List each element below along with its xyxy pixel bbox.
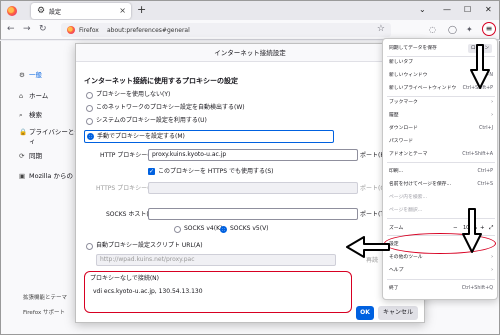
mozilla-icon: ▣ — [19, 172, 26, 180]
menu-item-downloads[interactable]: ダウンロード Ctrl+J — [389, 125, 493, 132]
bookmark-star-icon[interactable]: ☆ — [377, 24, 385, 34]
radio-auto-detect[interactable] — [86, 105, 93, 112]
sidebar-item-privacy-cont: ィ — [29, 137, 36, 145]
fullscreen-icon[interactable]: ⤢ — [489, 224, 493, 232]
menu-item-passwords[interactable]: パスワード — [389, 138, 493, 145]
sidebar-item-home[interactable]: ⌂ ホーム — [19, 92, 48, 100]
https-proxy-input[interactable] — [148, 182, 358, 194]
sidebar-item-general[interactable]: ⚙ 一般 — [19, 71, 42, 79]
radio-socks-v5-label: SOCKS v5(V) — [230, 225, 269, 232]
search-icon: ⌕ — [19, 111, 23, 119]
home-icon: ⌂ — [19, 92, 24, 100]
radio-manual-proxy-label: 手動でプロキシーを設定する(M) — [97, 132, 185, 140]
reload-icon[interactable]: ↻ — [39, 24, 47, 35]
zoom-out-button[interactable]: − — [453, 224, 458, 232]
url-text[interactable]: about:preferences#general — [107, 27, 190, 34]
radio-socks-v5[interactable] — [220, 226, 227, 233]
support-link[interactable]: Firefox サポート — [23, 308, 65, 316]
connection-settings-dialog: インターネット接続設定 インターネット接続に使用するプロキシーの設定 プロキシー… — [75, 43, 425, 323]
firefox-logo-icon — [7, 6, 17, 16]
url-brand: Firefox — [79, 26, 99, 34]
menu-item-save-page[interactable]: 名前を付けてページを保存... Ctrl+S — [389, 181, 493, 188]
lock-icon: 🔒 — [19, 128, 28, 136]
ok-button[interactable]: OK — [356, 306, 374, 320]
menu-item-history[interactable]: 履歴 › — [389, 112, 493, 119]
new-tab-button[interactable]: + — [137, 4, 146, 16]
forward-icon[interactable]: → — [23, 24, 31, 35]
close-icon[interactable]: × — [119, 6, 126, 16]
arrow-down-annotation — [470, 44, 490, 89]
sidebar-item-search[interactable]: ⌕ 検索 — [19, 111, 42, 119]
window-close-icon[interactable]: ✕ — [485, 5, 492, 15]
radio-auto-detect-label: このネットワークのプロキシー設定を自動検出する(W) — [96, 104, 245, 111]
menu-item-help[interactable]: ヘルプ › — [389, 267, 493, 274]
chevron-down-icon[interactable]: ⌄ — [419, 5, 426, 15]
tab-settings[interactable]: ⚙ 設定 × — [31, 3, 131, 19]
minimize-icon[interactable]: — — [443, 5, 451, 15]
radio-manual-proxy[interactable] — [87, 133, 94, 140]
gear-icon: ⚙ — [19, 71, 25, 79]
radio-system-proxy[interactable] — [86, 118, 93, 125]
radio-system-proxy-label: システムのプロキシー設定を利用する(U) — [96, 117, 207, 124]
no-proxy-label: プロキシーなしで接続(N) — [90, 275, 159, 282]
navigation-toolbar: ← → ↻ Firefox about:preferences#general … — [0, 20, 500, 40]
arrow-down-annotation — [462, 208, 482, 253]
tab-strip: ⚙ 設定 × + ⌄ — ☐ ✕ — [0, 0, 500, 20]
sidebar-item-privacy[interactable]: 🔒 プライバシーとセ — [19, 128, 81, 136]
dialog-heading: インターネット接続に使用するプロキシーの設定 — [84, 77, 238, 85]
radio-no-proxy[interactable] — [86, 92, 93, 99]
pac-reload-button[interactable]: 再読 — [366, 257, 378, 265]
sidebar-item-mozilla[interactable]: ▣ Mozilla からの — [19, 172, 73, 180]
dialog-title: インターネット接続設定 — [76, 44, 424, 62]
radio-pac-url-label: 自動プロキシー設定スクリプト URL(A) — [96, 242, 203, 249]
gear-icon: ⚙ — [37, 6, 46, 16]
menu-item-print[interactable]: 印刷... Ctrl+P — [389, 168, 493, 175]
back-icon[interactable]: ← — [7, 24, 15, 35]
menu-item-bookmarks[interactable]: ブックマーク › — [389, 99, 493, 106]
maximize-icon[interactable]: ☐ — [464, 5, 471, 15]
radio-no-proxy-label: プロキシーを使用しない(Y) — [96, 91, 171, 98]
menu-item-addons[interactable]: アドオンとテーマ Ctrl+Shift+A — [389, 151, 493, 158]
firefox-identity-icon — [67, 26, 75, 34]
menu-item-zoom-label: ズーム — [389, 226, 404, 231]
menu-separator — [387, 162, 495, 163]
cancel-button[interactable]: キャンセル — [378, 306, 418, 320]
menu-separator — [387, 279, 495, 280]
radio-socks-v4-label: SOCKS v4(K) — [184, 225, 223, 232]
https-same-label: このプロキシーを HTTPS でも使用する(S) — [158, 167, 274, 175]
tab-title: 設定 — [49, 9, 62, 16]
https-same-checkbox[interactable]: ✓ — [148, 168, 155, 175]
http-proxy-input[interactable]: proxy.kuins.kyoto-u.ac.jp — [148, 149, 358, 161]
radio-pac-url[interactable] — [86, 243, 93, 250]
sync-icon: ⟳ — [19, 152, 25, 160]
account-icon[interactable]: ◯ — [448, 24, 457, 35]
url-bar[interactable]: Firefox about:preferences#general ☆ — [61, 23, 391, 37]
no-proxy-input[interactable]: vdi ecs.kyoto-u.ac.jp, 130.54.13.130 — [90, 287, 346, 299]
menu-item-quit[interactable]: 終了 Ctrl+Shift+Q — [389, 285, 493, 292]
radio-socks-v4[interactable] — [174, 226, 181, 233]
menu-item-more-tools[interactable]: その他のツール › — [389, 254, 493, 261]
pocket-icon[interactable]: ◌ — [429, 24, 436, 35]
addons-link[interactable]: 拡張機能とテーマ — [23, 293, 67, 301]
menu-item-find[interactable]: ページ内を検索... — [389, 194, 493, 201]
arrow-left-annotation — [346, 236, 390, 258]
sidebar-item-sync[interactable]: ⟳ 同期 — [19, 152, 42, 160]
socks-host-input[interactable] — [148, 208, 358, 220]
menu-sync-label: 同期してデータを保存 — [389, 46, 437, 51]
menu-separator — [387, 96, 495, 97]
extensions-icon[interactable]: ✦ — [466, 24, 473, 35]
pac-url-input[interactable]: http://wpad.kuins.net/proxy.pac — [96, 254, 336, 266]
hamburger-menu-icon[interactable]: ≡ — [482, 22, 496, 36]
